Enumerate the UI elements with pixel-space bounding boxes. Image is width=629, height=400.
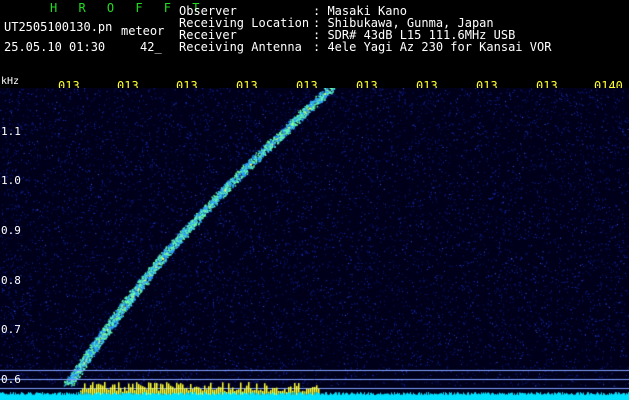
freq-unit-label: kHz [1, 76, 20, 87]
freq-tick-label: 1.1 [1, 125, 21, 138]
file-type: meteor [121, 24, 165, 38]
capture-datetime: 25.05.10 01:30 [4, 40, 106, 54]
antenna-label: Receiving Antenna [179, 40, 302, 54]
freq-tick-label: 1.0 [1, 174, 21, 187]
freq-tick-label: 0.9 [1, 224, 21, 237]
freq-tick-label: 0.7 [1, 323, 21, 336]
freq-tick-label: 0.6 [1, 373, 21, 386]
freq-tick-label: 0.8 [1, 274, 21, 287]
spectrogram-canvas [0, 88, 629, 400]
file-name: UT2505100130.pn [4, 20, 113, 34]
antenna-value: : 4ele Yagi Az 230 for Kansai VOR [313, 40, 552, 54]
hrofft-window: H R O F F T UT2505100130.pn meteor 25.05… [0, 0, 629, 400]
echo-count: 42_ [140, 40, 162, 54]
